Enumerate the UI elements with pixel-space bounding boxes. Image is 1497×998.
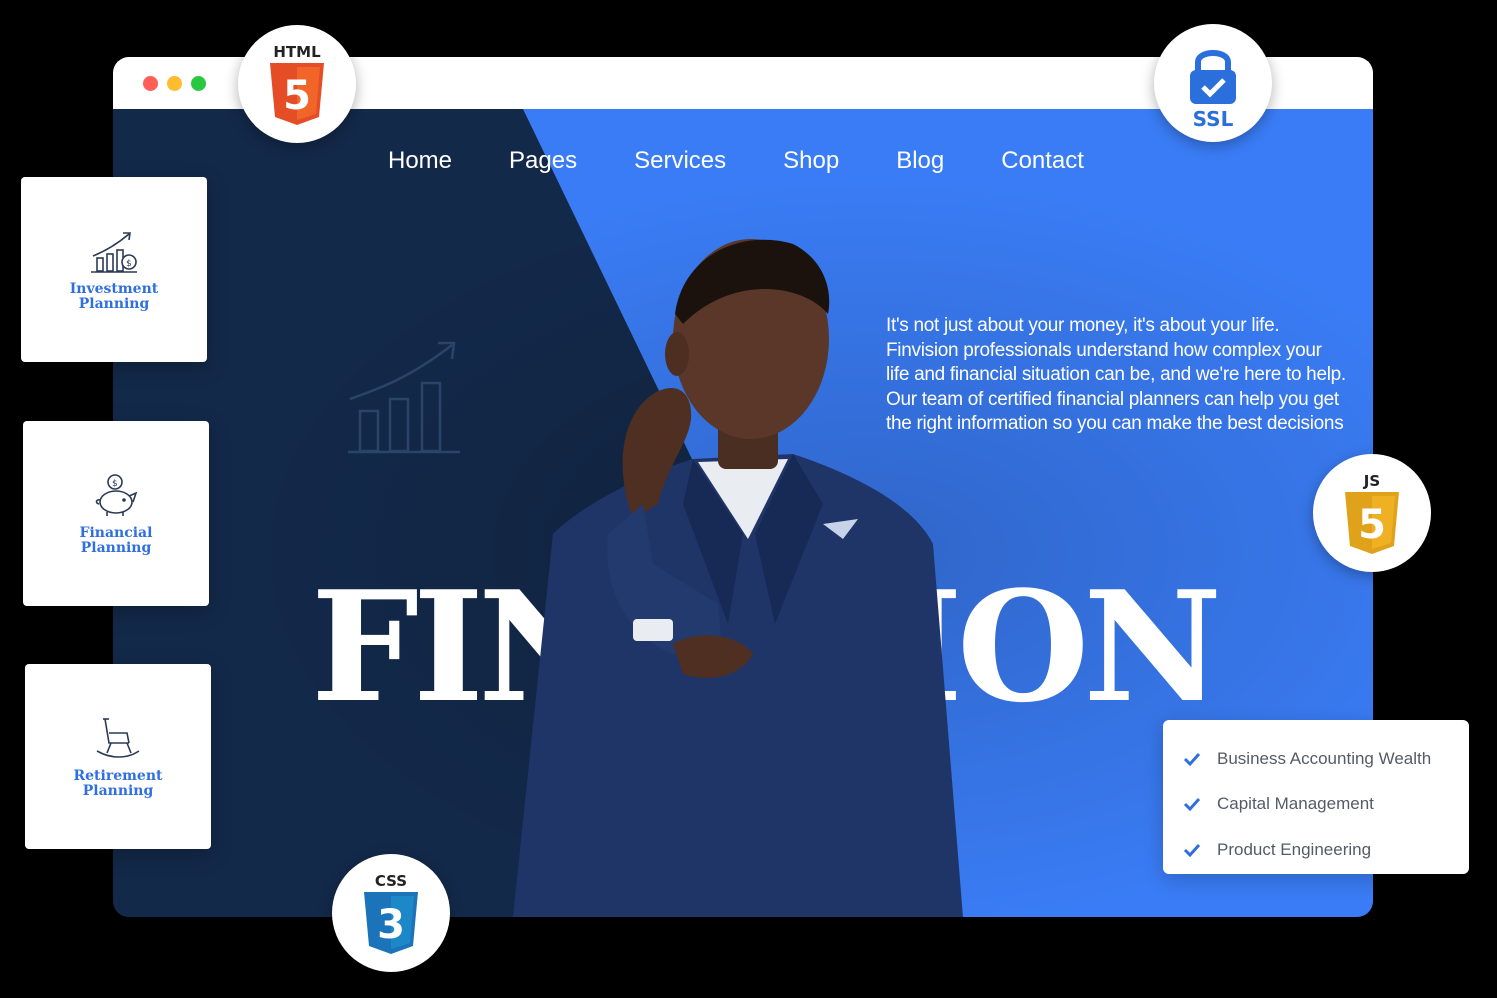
- css3-badge: CSS 3: [332, 854, 450, 972]
- list-item: Capital Management: [1183, 782, 1469, 828]
- ssl-label: SSL: [1193, 107, 1234, 128]
- rocking-chair-icon: [96, 717, 140, 758]
- feature-label: Capital Management: [1217, 794, 1374, 814]
- js-version: 5: [1358, 502, 1386, 548]
- growth-chart-icon: $: [91, 231, 137, 273]
- check-icon: [1183, 752, 1201, 766]
- javascript-badge: JS 5: [1313, 454, 1431, 572]
- maximize-window-dot[interactable]: [191, 76, 206, 91]
- check-icon: [1183, 843, 1201, 857]
- css3-icon: CSS 3: [364, 872, 418, 954]
- nav-contact[interactable]: Contact: [1001, 147, 1084, 175]
- html-label: HTML: [273, 43, 321, 61]
- feature-label: Business Accounting Wealth: [1217, 748, 1432, 768]
- card-retirement-planning[interactable]: Retirement Planning: [25, 664, 211, 849]
- nav-services[interactable]: Services: [634, 147, 726, 175]
- main-nav: Home Pages Services Shop Blog Contact: [388, 147, 1141, 175]
- card-label: Financial Planning: [79, 524, 153, 556]
- nav-pages[interactable]: Pages: [509, 147, 577, 175]
- css-version: 3: [377, 902, 405, 948]
- svg-text:$: $: [112, 479, 118, 489]
- card-financial-planning[interactable]: $ Financial Planning: [23, 421, 209, 606]
- nav-home[interactable]: Home: [388, 147, 452, 175]
- nav-shop[interactable]: Shop: [783, 147, 839, 175]
- card-investment-planning[interactable]: $ Investment Planning: [21, 177, 207, 362]
- close-window-dot[interactable]: [143, 76, 158, 91]
- nav-blog[interactable]: Blog: [896, 147, 944, 175]
- feature-label: Product Engineering: [1217, 839, 1372, 859]
- lock-icon: SSL: [1190, 50, 1236, 128]
- ssl-badge: SSL: [1154, 24, 1272, 142]
- list-item: Product Engineering: [1183, 827, 1469, 873]
- growth-chart-icon: [348, 341, 460, 454]
- svg-text:$: $: [126, 259, 132, 269]
- feature-list: Business Accounting Wealth Capital Manag…: [1163, 720, 1469, 874]
- businessman-image: [513, 239, 963, 917]
- js-label: JS: [1363, 472, 1380, 490]
- javascript-icon: JS 5: [1345, 472, 1399, 554]
- html5-icon: HTML 5: [270, 43, 324, 125]
- css-label: CSS: [375, 872, 407, 890]
- card-label: Retirement Planning: [73, 767, 163, 799]
- html5-badge: HTML 5: [238, 25, 356, 143]
- card-label: Investment Planning: [69, 280, 159, 312]
- piggy-bank-icon: $: [95, 473, 138, 516]
- html-version: 5: [283, 73, 311, 119]
- check-icon: [1183, 798, 1201, 812]
- minimize-window-dot[interactable]: [167, 76, 182, 91]
- list-item: Business Accounting Wealth: [1183, 736, 1469, 782]
